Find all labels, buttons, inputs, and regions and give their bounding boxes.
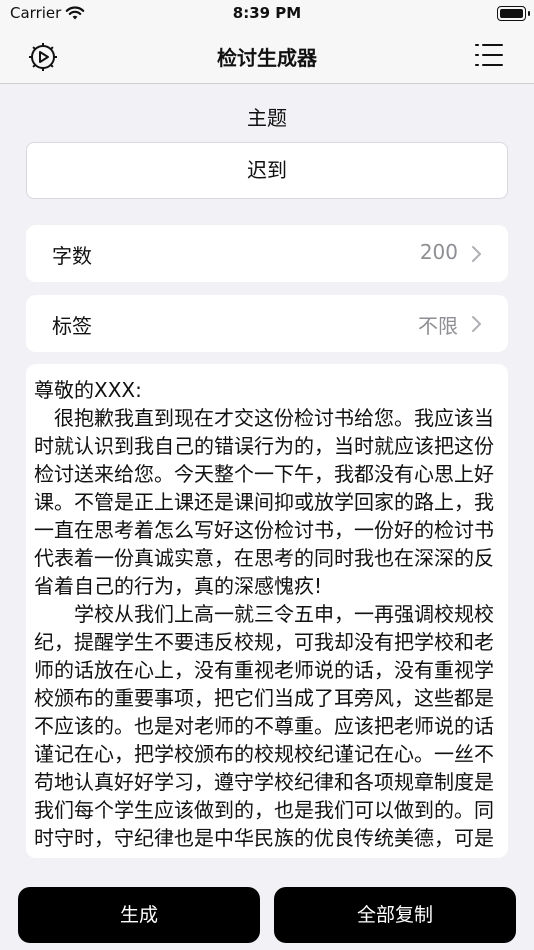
status-bar: Carrier 8:39 PM xyxy=(0,0,534,30)
word-count-value: 200 xyxy=(419,240,458,264)
navigation-bar: 检讨生成器 xyxy=(0,30,534,84)
word-count-row[interactable]: 字数 200 xyxy=(26,225,508,282)
page-title: 检讨生成器 xyxy=(217,46,317,70)
list-menu-icon[interactable] xyxy=(474,42,504,68)
letter-text-area[interactable]: 尊敬的XXX: 很抱歉我直到现在才交这份检讨书给您。我应该当时就认识到我自己的错… xyxy=(26,364,508,858)
chevron-right-icon xyxy=(472,246,481,262)
tag-value: 不限 xyxy=(418,314,458,338)
tag-row[interactable]: 标签 不限 xyxy=(26,295,508,352)
clock-time: 8:39 PM xyxy=(232,4,302,22)
chevron-right-icon xyxy=(472,316,481,332)
topic-input[interactable]: 迟到 xyxy=(26,142,508,199)
tag-label: 标签 xyxy=(52,314,92,338)
generate-button[interactable]: 生成 xyxy=(18,887,260,943)
word-count-label: 字数 xyxy=(52,244,92,268)
topic-label: 主题 xyxy=(247,106,287,130)
copy-all-button[interactable]: 全部复制 xyxy=(274,887,516,943)
letter-text: 尊敬的XXX: 很抱歉我直到现在才交这份检讨书给您。我应该当时就认识到我自己的错… xyxy=(34,378,494,850)
battery-icon xyxy=(497,6,530,21)
